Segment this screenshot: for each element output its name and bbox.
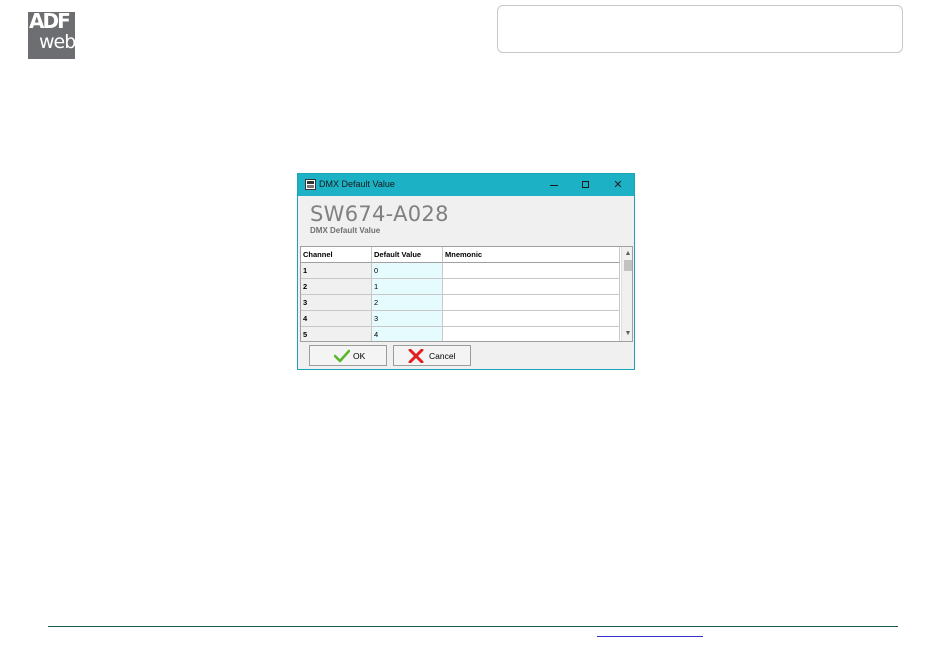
column-header-channel[interactable]: Channel: [301, 247, 372, 263]
default-value-cell[interactable]: 4: [372, 327, 443, 341]
default-value-cell[interactable]: 0: [372, 263, 443, 279]
checkmark-icon: [334, 349, 350, 363]
header-box: [497, 5, 903, 53]
logo-text-web: web: [39, 31, 75, 53]
minimize-icon: [550, 185, 558, 186]
mnemonic-cell[interactable]: [443, 295, 620, 311]
dialog-window: DMX Default Value ✕ SW674-A028 DMX Defau…: [297, 173, 635, 370]
mnemonic-cell[interactable]: [443, 311, 620, 327]
product-code: SW674-A028: [310, 202, 449, 226]
dialog-content: SW674-A028 DMX Default Value Channel Def…: [298, 196, 634, 369]
scroll-down-icon[interactable]: ▼: [622, 328, 632, 340]
scroll-thumb[interactable]: [624, 260, 632, 271]
ok-label: OK: [353, 351, 366, 361]
channel-cell[interactable]: 4: [301, 311, 372, 327]
footer-link[interactable]: [597, 636, 703, 637]
vertical-scrollbar[interactable]: ▲ ▼: [621, 247, 632, 341]
channel-cell[interactable]: 2: [301, 279, 372, 295]
window-title: DMX Default Value: [319, 179, 395, 189]
channel-cell[interactable]: 1: [301, 263, 372, 279]
grid-header-row: Channel Default Value Mnemonic: [301, 247, 620, 263]
ok-button[interactable]: OK: [309, 345, 387, 366]
cancel-label: Cancel: [429, 351, 456, 361]
default-value-cell[interactable]: 2: [372, 295, 443, 311]
maximize-button[interactable]: [570, 174, 602, 196]
channel-cell[interactable]: 5: [301, 327, 372, 341]
title-bar[interactable]: DMX Default Value ✕: [298, 174, 634, 196]
column-header-mnemonic[interactable]: Mnemonic: [443, 247, 620, 263]
footer-divider: [48, 626, 898, 627]
scroll-up-icon[interactable]: ▲: [622, 248, 632, 260]
table-row: 3 2: [301, 295, 620, 311]
adfweb-logo: ADF web: [28, 12, 75, 59]
app-icon: [305, 179, 316, 190]
logo-text-adf: ADF: [29, 12, 71, 33]
close-icon: ✕: [613, 179, 623, 191]
mnemonic-cell[interactable]: [443, 263, 620, 279]
table-row: 2 1: [301, 279, 620, 295]
table-row: 1 0: [301, 263, 620, 279]
mnemonic-cell[interactable]: [443, 327, 620, 341]
minimize-button[interactable]: [538, 174, 570, 196]
dialog-subtitle: DMX Default Value: [310, 226, 381, 235]
channel-cell[interactable]: 3: [301, 295, 372, 311]
cancel-button[interactable]: Cancel: [393, 345, 471, 366]
close-button[interactable]: ✕: [602, 174, 634, 196]
default-value-cell[interactable]: 3: [372, 311, 443, 327]
mnemonic-cell[interactable]: [443, 279, 620, 295]
maximize-icon: [582, 181, 589, 188]
cancel-x-icon: [408, 349, 424, 363]
table-row: 5 4: [301, 327, 620, 341]
table-row: 4 3: [301, 311, 620, 327]
default-value-cell[interactable]: 1: [372, 279, 443, 295]
default-value-grid: Channel Default Value Mnemonic 1 0 2 1 3…: [300, 246, 633, 342]
column-header-default-value[interactable]: Default Value: [372, 247, 443, 263]
